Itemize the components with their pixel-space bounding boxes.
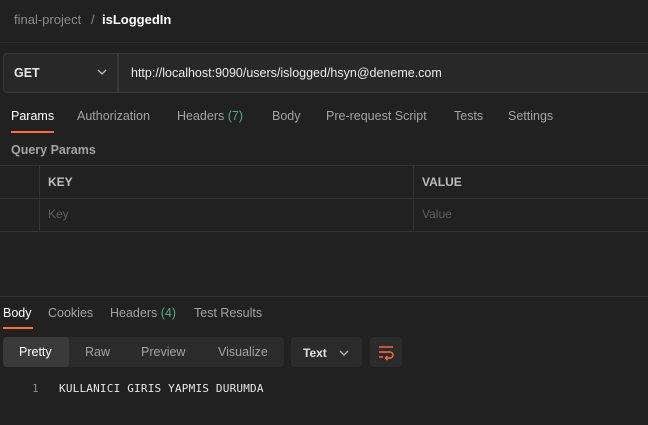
method-label: GET [14, 66, 40, 80]
tab-tests[interactable]: Tests [454, 109, 483, 123]
breadcrumb-request-name[interactable]: isLoggedIn [102, 12, 171, 27]
tab-headers[interactable]: Headers (7) [177, 109, 243, 123]
response-divider [0, 296, 648, 297]
tab-body[interactable]: Body [272, 109, 301, 123]
response-body-line: KULLANICI GIRIS YAPMIS DURUMDA [59, 382, 264, 395]
tab-pre-request-script[interactable]: Pre-request Script [326, 109, 427, 123]
view-mode-visualize[interactable]: Visualize [218, 345, 268, 359]
param-value-input[interactable]: Value [422, 207, 452, 221]
tab-settings[interactable]: Settings [508, 109, 553, 123]
view-mode-raw[interactable]: Raw [85, 345, 110, 359]
active-tab-indicator [11, 131, 54, 133]
table-column-divider [413, 165, 414, 231]
tab-params[interactable]: Params [11, 109, 54, 123]
response-tab-headers-label: Headers [110, 306, 158, 320]
wrap-lines-icon [379, 346, 394, 361]
breadcrumb-separator: / [91, 12, 95, 27]
breadcrumb-collection[interactable]: final-project [14, 12, 81, 27]
tab-headers-label: Headers [177, 109, 225, 123]
column-header-value: VALUE [422, 175, 462, 189]
format-label: Text [303, 346, 327, 360]
table-top-border [0, 165, 648, 166]
view-mode-preview[interactable]: Preview [141, 345, 185, 359]
table-row-divider [0, 198, 648, 199]
column-header-key: KEY [48, 175, 73, 189]
headers-count-badge: (7) [227, 109, 244, 123]
response-tab-body[interactable]: Body [3, 306, 32, 320]
response-tab-headers[interactable]: Headers (4) [110, 306, 176, 320]
table-bottom-border [0, 231, 648, 232]
response-tab-test-results[interactable]: Test Results [194, 306, 262, 320]
chevron-down-icon [97, 69, 107, 75]
chevron-down-icon [339, 350, 349, 356]
tab-authorization[interactable]: Authorization [77, 109, 150, 123]
table-column-divider [39, 165, 40, 231]
response-headers-count-badge: (4) [160, 306, 177, 320]
response-tab-cookies[interactable]: Cookies [48, 306, 93, 320]
param-key-input[interactable]: Key [48, 207, 69, 221]
url-text: http://localhost:9090/users/islogged/hsy… [131, 66, 442, 80]
query-params-title: Query Params [11, 143, 96, 157]
header-divider [0, 42, 648, 43]
view-mode-pretty[interactable]: Pretty [19, 345, 52, 359]
line-number: 1 [32, 382, 39, 395]
active-response-tab-indicator [3, 327, 33, 329]
